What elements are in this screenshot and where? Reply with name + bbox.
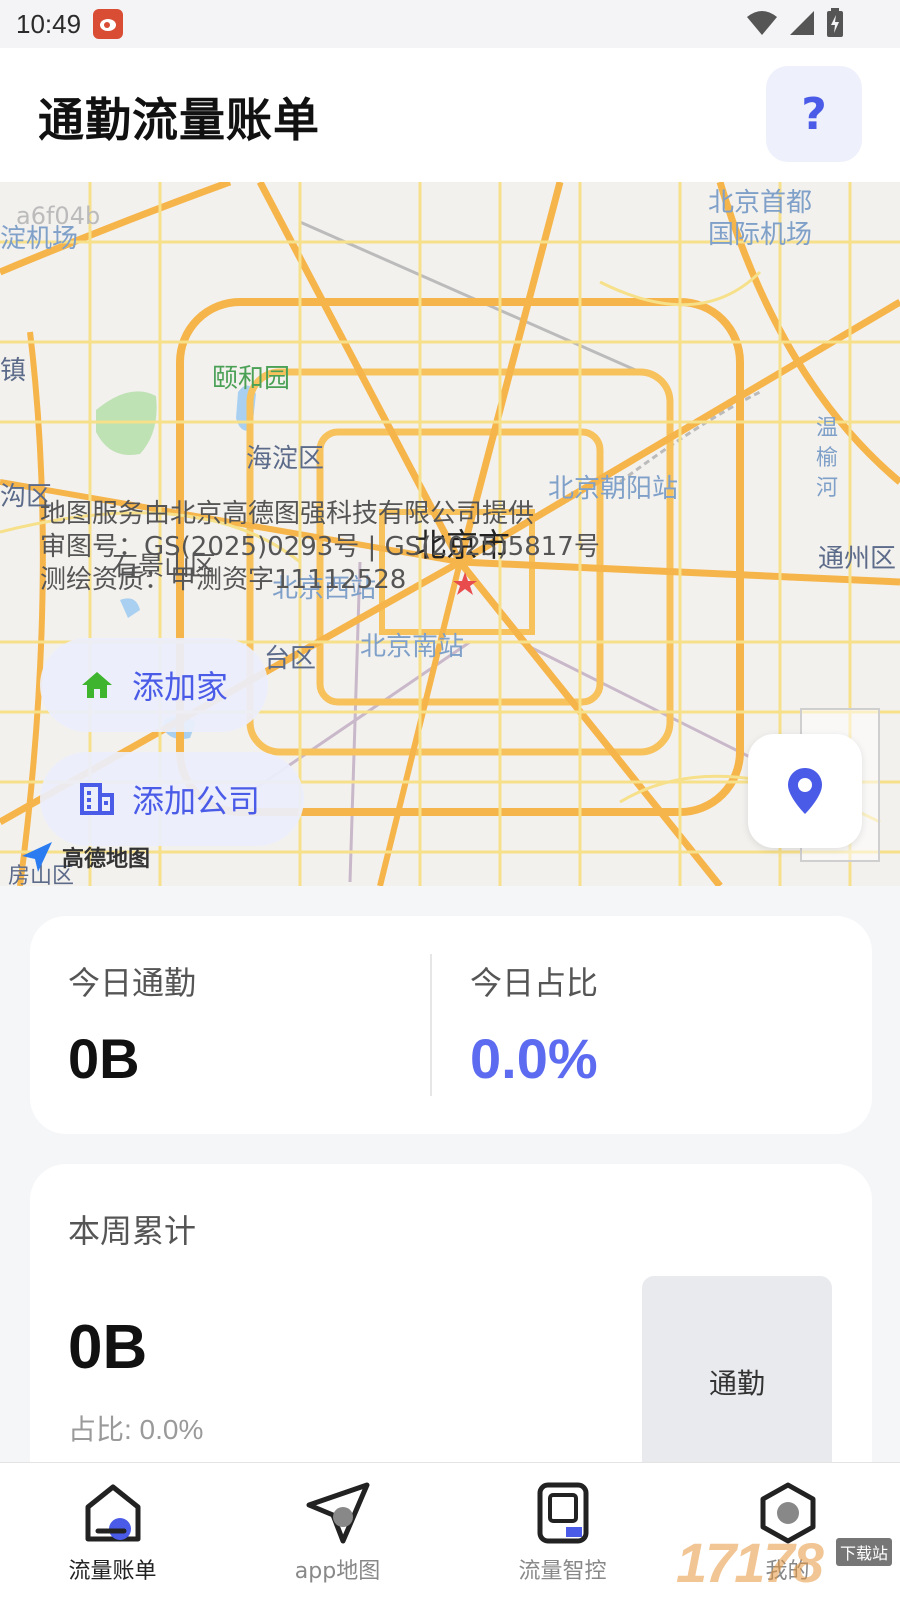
week-title: 本周累计 [68, 1212, 197, 1250]
map-label-code: a6f04b [16, 202, 101, 230]
map-label-wenyu-1: 温 [816, 416, 839, 441]
add-home-label: 添加家 [132, 668, 229, 706]
map-view[interactable]: 淀机场 a6f04b 北京首都 国际机场 镇 颐和园 海淀区 北京朝阳站 沟区 … [0, 182, 900, 886]
nav-item-map[interactable]: app地图 [225, 1463, 450, 1600]
week-ratio: 占比: 0.0% [68, 1414, 204, 1445]
week-commute-bar-label: 通勤 [708, 1367, 765, 1400]
battery-icon [827, 8, 843, 37]
week-value: 0B [68, 1313, 148, 1382]
amap-logo: 高德地图 [20, 840, 150, 874]
location-pin-icon [788, 768, 822, 814]
add-company-button[interactable]: 添加公司 [40, 752, 304, 846]
today-commute-value: 0B [68, 1027, 140, 1090]
home-bill-icon [85, 1484, 140, 1542]
map-label-tongzhou: 通州区 [818, 544, 897, 574]
page-title: 通勤流量账单 [38, 93, 320, 147]
add-company-label: 添加公司 [132, 782, 261, 820]
paper-plane-icon [306, 1482, 369, 1544]
weibo-icon [93, 9, 124, 39]
map-label-summer-palace: 颐和园 [212, 364, 291, 394]
signal-icon [790, 11, 814, 35]
map-attribution-line1: 地图服务由北京高德图强科技有限公司提供 [40, 499, 535, 529]
status-bar: 10:49 [0, 0, 900, 48]
device-control-icon [537, 1482, 588, 1544]
wifi-icon [747, 11, 777, 35]
nav-label-control: 流量智控 [518, 1559, 607, 1584]
watermark: 17178 [676, 1531, 824, 1594]
map-label-airport-capital-2: 国际机场 [708, 220, 813, 250]
map-attribution: 地图服务由北京高德图强科技有限公司提供 审图号：GS(2025)0293号 | … [40, 498, 600, 597]
today-ratio-value: 0.0% [470, 1027, 598, 1090]
map-label-haidian: 海淀区 [246, 444, 325, 474]
map-label-zhen: 镇 [0, 356, 27, 386]
nav-label-bill: 流量账单 [68, 1559, 157, 1584]
help-icon: ? [801, 88, 827, 140]
nav-label-map: app地图 [294, 1559, 381, 1584]
map-attribution-line3: 测绘资质：甲测资字11112528 [40, 565, 407, 595]
header: 通勤流量账单 ? [0, 48, 900, 182]
help-button[interactable]: ? [766, 66, 862, 162]
nav-item-control[interactable]: 流量智控 [450, 1463, 675, 1600]
today-commute-label: 今日通勤 [68, 964, 197, 1002]
map-label-wenyu-3: 河 [816, 476, 839, 501]
amap-logo-text: 高德地图 [62, 847, 151, 872]
card-divider [430, 954, 432, 1096]
status-indicators [746, 8, 844, 38]
today-ratio-label: 今日占比 [470, 964, 599, 1002]
locate-button[interactable] [748, 734, 862, 848]
nav-item-bill[interactable]: 流量账单 [0, 1463, 225, 1600]
amap-arrow-icon [22, 842, 52, 872]
map-label-south-station: 北京南站 [360, 632, 465, 662]
map-label-wenyu-2: 榆 [816, 446, 839, 471]
map-attribution-line2: 审图号：GS(2025)0293号 | GS(2025)5817号 [40, 532, 600, 562]
building-icon [80, 783, 114, 815]
map-label-fengtai: 台区 [264, 644, 317, 674]
status-time: 10:49 [16, 8, 82, 39]
today-card: 今日通勤 0B 今日占比 0.0% [30, 916, 872, 1134]
home-icon [82, 672, 112, 698]
add-home-button[interactable]: 添加家 [40, 638, 268, 732]
watermark-badge: 下载站 [836, 1538, 893, 1566]
